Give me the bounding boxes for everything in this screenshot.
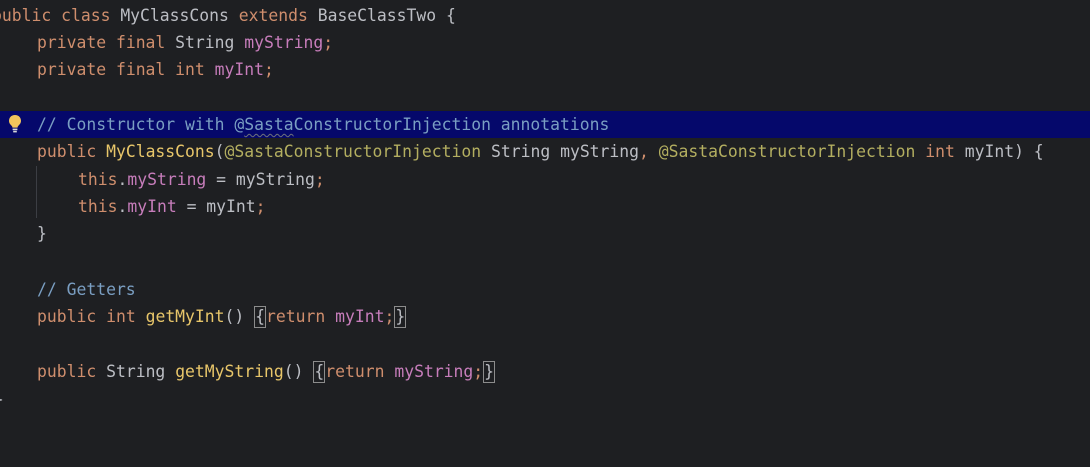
dot: . — [117, 197, 128, 216]
type-name: String — [106, 362, 166, 381]
code-line-15: } — [0, 386, 1090, 413]
keyword-final: final — [115, 60, 166, 79]
comment-constructor: // Constructor with @SastaConstructorInj… — [37, 115, 610, 134]
folded-brace-close[interactable]: } — [394, 306, 407, 328]
type-name: String — [175, 33, 235, 52]
semicolon: ; — [323, 33, 334, 52]
open-paren: ( — [214, 142, 225, 161]
annotation[interactable]: @SastaConstructorInjection — [225, 142, 482, 161]
param-name: myInt — [964, 142, 1015, 161]
code-line-14: public String getMyString() {return mySt… — [0, 358, 1090, 385]
field-ref[interactable]: myInt — [127, 197, 176, 216]
code-line-2: private final String myString; — [0, 29, 1090, 56]
param-type-int: int — [925, 142, 955, 161]
code-line-7: this.myString = myString; — [0, 166, 1090, 193]
keyword-public: public — [0, 6, 52, 25]
folded-brace-close[interactable]: } — [483, 361, 496, 383]
method-name[interactable]: getMyString — [175, 362, 284, 381]
keyword-final: final — [115, 33, 166, 52]
lightbulb-icon[interactable] — [8, 114, 22, 134]
keyword-private: private — [37, 33, 107, 52]
semicolon: ; — [314, 170, 325, 189]
code-line-8: this.myInt = myInt; — [0, 193, 1090, 220]
parens: () — [283, 362, 304, 381]
folded-brace-open[interactable]: { — [254, 306, 267, 328]
keyword-public: public — [37, 307, 97, 326]
code-line-6: public MyClassCons(@SastaConstructorInje… — [0, 138, 1090, 165]
keyword-int: int — [106, 307, 136, 326]
close-brace: } — [0, 386, 4, 413]
parens: () — [224, 307, 245, 326]
folded-brace-open[interactable]: { — [313, 361, 326, 383]
field-name[interactable]: myInt — [215, 60, 264, 79]
comment-getters: // Getters — [37, 280, 136, 299]
spelling-squiggle[interactable]: Sasta — [244, 115, 293, 134]
comma: , — [639, 142, 649, 161]
code-line-12: public int getMyInt() {return myInt;} — [0, 303, 1090, 330]
keyword-private: private — [37, 60, 107, 79]
base-class-name[interactable]: BaseClassTwo — [318, 6, 436, 25]
code-editor[interactable]: public class MyClassCons extends BaseCla… — [0, 0, 1090, 416]
semicolon: ; — [473, 362, 484, 381]
param-name: myString — [560, 142, 640, 161]
method-name[interactable]: getMyInt — [146, 307, 225, 326]
field-name[interactable]: myString — [244, 33, 323, 52]
keyword-this: this — [78, 197, 118, 216]
semicolon: ; — [255, 197, 266, 216]
semicolon: ; — [384, 307, 395, 326]
code-line-3: private final int myInt; — [0, 56, 1090, 83]
keyword-class: class — [61, 6, 111, 25]
annotation[interactable]: @SastaConstructorInjection — [659, 142, 916, 161]
type-int: int — [175, 60, 205, 79]
field-ref[interactable]: myString — [127, 170, 206, 189]
open-brace: { — [436, 6, 456, 25]
keyword-return: return — [325, 362, 385, 381]
constructor-name[interactable]: MyClassCons — [106, 142, 215, 161]
code-line-9: } — [0, 220, 1090, 247]
semicolon: ; — [264, 60, 274, 79]
close-paren-brace: ) { — [1014, 142, 1044, 161]
close-brace: } — [37, 224, 47, 243]
class-name[interactable]: MyClassCons — [120, 6, 229, 25]
keyword-extends: extends — [238, 6, 308, 25]
field-ref[interactable]: myInt — [335, 307, 384, 326]
keyword-this: this — [78, 170, 118, 189]
code-line-11: // Getters — [0, 276, 1090, 303]
keyword-public: public — [37, 362, 97, 381]
keyword-return: return — [266, 307, 326, 326]
dot: . — [117, 170, 128, 189]
param-type: String — [490, 142, 551, 161]
field-ref[interactable]: myString — [394, 362, 473, 381]
code-line-5-highlighted: // Constructor with @SastaConstructorInj… — [0, 111, 1090, 138]
code-line-1: public class MyClassCons extends BaseCla… — [0, 2, 1090, 29]
keyword-public: public — [37, 142, 97, 161]
assignment: = myString — [206, 170, 315, 189]
assignment: = myInt — [176, 197, 256, 216]
